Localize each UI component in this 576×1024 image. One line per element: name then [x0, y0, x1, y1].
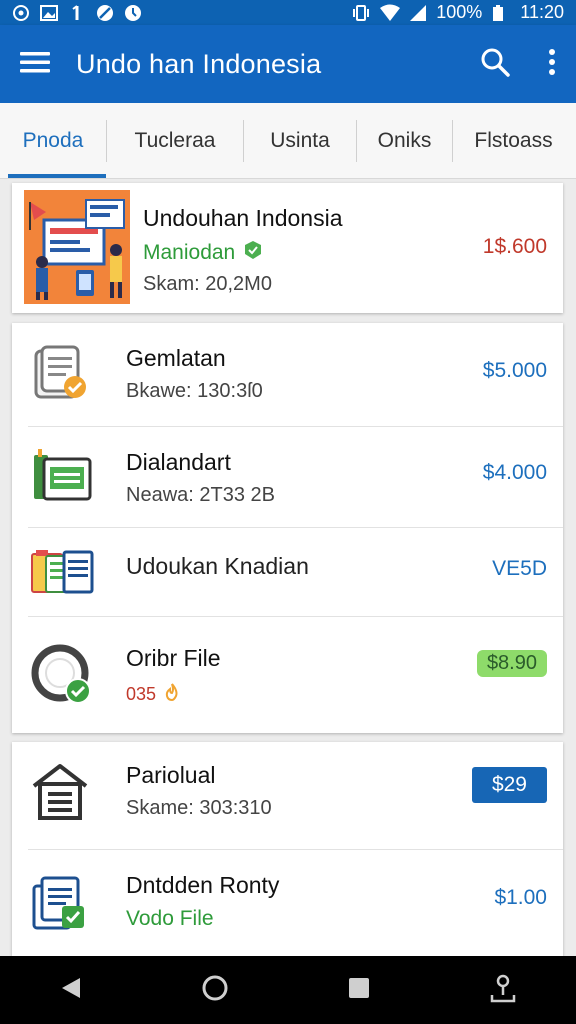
tab-usinta[interactable]: Usinta [244, 103, 356, 178]
recents-icon[interactable] [348, 977, 370, 1004]
item-title: Dntdden Ronty [126, 872, 280, 898]
document-check-icon [32, 345, 90, 408]
accessibility-icon[interactable] [489, 973, 517, 1008]
app-bar: Undo han Indonesia [0, 25, 576, 103]
status-bar: 100% 11:20 [0, 0, 576, 25]
system-nav-bar [0, 956, 576, 1024]
disc-check-icon [30, 643, 94, 710]
featured-subtitle: Maniodan [143, 240, 236, 264]
featured-title: Undouhan Indonsia [143, 205, 343, 231]
item-price: $5.000 [482, 359, 547, 382]
tab-pnoda[interactable]: Pnoda [0, 103, 106, 178]
alarm-icon [124, 4, 142, 22]
list-item[interactable]: Oribr File 035 $8.90 [12, 617, 563, 733]
featured-price: 1$.600 [482, 235, 547, 258]
tab-tucleraa[interactable]: Tucleraa [107, 103, 243, 178]
home-icon[interactable] [201, 974, 229, 1007]
sync-icon [12, 4, 30, 22]
back-icon[interactable] [60, 976, 82, 1005]
item-price: VE5D [492, 557, 547, 580]
tab-flstoass[interactable]: Flstoass [453, 103, 574, 178]
spreadsheet-icon [30, 548, 94, 601]
item-subtitle: Vodo File [126, 907, 214, 930]
list-item[interactable]: Dntdden Ronty Vodo File $1.00 [12, 850, 563, 956]
item-subtitle: Neawa: 2T33 2B [126, 484, 275, 506]
item-price-badge: $29 [471, 767, 547, 803]
more-options-icon[interactable] [548, 48, 556, 81]
wifi-icon [380, 4, 401, 22]
item-subtitle: 035 [126, 684, 157, 704]
archive-house-icon [30, 762, 90, 827]
item-subtitle: Skame: 303:310 [126, 797, 272, 819]
list-item[interactable]: Gemlatan Bkawe: 130:3ſ0 $5.000 [12, 323, 563, 426]
notification-icon [68, 4, 86, 22]
battery-level: 100% [436, 2, 483, 22]
item-title: Udoukan Knadian [126, 553, 309, 579]
featured-illustration [24, 190, 130, 304]
item-price: $4.000 [482, 461, 547, 484]
list-item[interactable]: Udoukan Knadian VE5D [12, 528, 563, 616]
clock: 11:20 [520, 2, 564, 22]
battery-icon [492, 4, 510, 22]
list-item[interactable]: Dialandart Neawa: 2T33 2B $4.000 [12, 427, 563, 527]
item-title: Pariolual [126, 762, 216, 788]
featured-meta: Skam: 20,2M0 [143, 273, 272, 295]
item-title: Gemlatan [126, 345, 226, 371]
signal-icon [408, 4, 427, 22]
flame-icon [162, 682, 182, 707]
item-title: Dialandart [126, 449, 231, 475]
file-list-card: Gemlatan Bkawe: 130:3ſ0 $5.000 Dialandar… [12, 323, 563, 733]
verified-icon [243, 240, 263, 265]
tab-bar: Pnoda Tucleraa Usinta Oniks Flstoass [0, 103, 576, 179]
no-disturb-icon [96, 4, 114, 22]
stacked-file-check-icon [32, 872, 90, 937]
folder-stack-icon [32, 447, 92, 510]
image-icon [40, 4, 58, 22]
item-price-badge: $8.90 [476, 650, 547, 677]
list-item[interactable]: Pariolual Skame: 303:310 $29 [12, 742, 563, 849]
item-title: Oribr File [126, 645, 221, 671]
vibrate-icon [352, 4, 370, 22]
item-subtitle: Bkawe: 130:3ſ0 [126, 380, 263, 402]
file-list-card: Pariolual Skame: 303:310 $29 Dntdden Ron… [12, 742, 563, 956]
page-title: Undo han Indonesia [76, 48, 322, 79]
search-icon[interactable] [480, 47, 510, 82]
featured-card[interactable]: Undouhan Indonsia Maniodan Skam: 20,2M0 … [12, 183, 563, 313]
tab-oniks[interactable]: Oniks [357, 103, 452, 178]
item-price: $1.00 [494, 886, 547, 909]
menu-icon[interactable] [20, 50, 50, 79]
